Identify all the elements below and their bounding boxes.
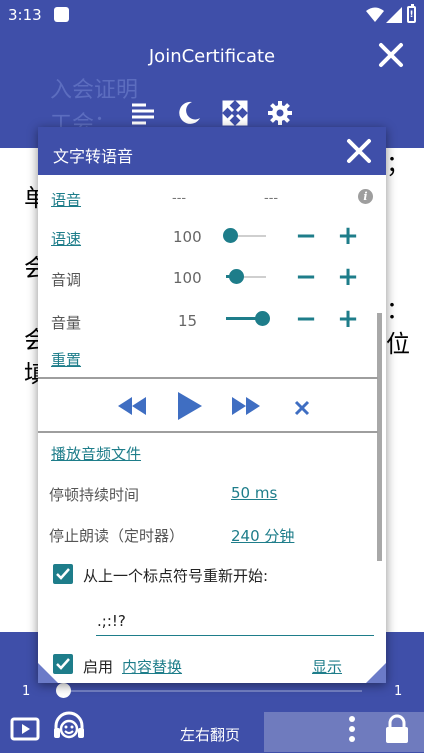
app-title: JoinCertificate (148, 46, 276, 67)
wifi-icon (366, 7, 384, 22)
volume-increase-button[interactable]: + (337, 306, 359, 332)
page-progress-track[interactable] (64, 690, 362, 692)
more-vert-icon[interactable] (344, 714, 360, 744)
volume-value: 15 (178, 312, 198, 330)
speed-slider[interactable] (223, 226, 266, 246)
voice-value: --- (172, 191, 187, 206)
stop-timer-value[interactable]: 240 分钟 (231, 525, 294, 546)
show-link[interactable]: 显示 (312, 656, 342, 677)
pitch-value: 100 (173, 269, 202, 287)
dialog-title: 文字转语音 (53, 147, 134, 166)
pitch-increase-button[interactable]: + (337, 264, 359, 290)
status-time: 3:13 (8, 6, 42, 24)
volume-decrease-button[interactable]: − (295, 306, 317, 332)
restart-checkbox[interactable] (53, 564, 73, 584)
page-start: 1 (22, 684, 31, 699)
volume-label: 音量 (51, 314, 82, 332)
list-menu-icon[interactable] (130, 100, 156, 126)
content-replace-link[interactable]: 内容替换 (122, 656, 182, 677)
page-turn-mode-label[interactable]: 左右翻页 (180, 724, 240, 745)
pitch-decrease-button[interactable]: − (295, 264, 317, 290)
stop-timer-label: 停止朗读（定时器） (49, 527, 185, 545)
punctuation-input-underline (96, 635, 374, 636)
document-text: 位 (386, 330, 410, 358)
speed-value: 100 (173, 228, 202, 246)
page-end: 1 (394, 684, 403, 699)
fullscreen-icon[interactable] (222, 100, 248, 126)
notification-icon (54, 7, 69, 22)
pitch-slider[interactable] (226, 267, 266, 287)
speed-increase-button[interactable]: + (337, 223, 359, 249)
page-progress-thumb[interactable] (56, 683, 71, 698)
headphones-tts-icon[interactable] (52, 710, 86, 744)
enable-label: 启用 (83, 658, 114, 676)
resize-corner-right[interactable] (366, 663, 386, 683)
lock-icon[interactable] (384, 714, 410, 744)
speed-decrease-button[interactable]: − (295, 223, 317, 249)
pause-duration-value[interactable]: 50 ms (231, 484, 277, 502)
document-text: ； (386, 150, 410, 178)
document-title-ghost: 入会证明 (50, 78, 139, 103)
close-icon[interactable] (346, 138, 372, 164)
play-video-icon[interactable] (10, 716, 40, 742)
battery-icon: ! (407, 4, 416, 23)
cellular-icon (386, 7, 402, 23)
divider (38, 431, 378, 433)
reset-link[interactable]: 重置 (51, 349, 81, 370)
punctuation-input[interactable]: .;:!? (97, 612, 126, 630)
voice-label[interactable]: 语音 (51, 189, 81, 210)
fast-forward-icon[interactable] (230, 395, 262, 417)
document-text: ： (386, 296, 410, 324)
pitch-label: 音调 (51, 271, 82, 289)
tts-dialog: 文字转语音 语音 --- --- i 语速 100 − + 音调 100 − +… (38, 127, 386, 683)
pause-duration-label: 停顿持续时间 (49, 486, 140, 504)
dialog-header: 文字转语音 (38, 127, 386, 175)
dialog-scrollbar[interactable] (377, 313, 382, 561)
rewind-icon[interactable] (116, 395, 148, 417)
resize-corner-left[interactable] (38, 663, 58, 683)
info-icon[interactable]: i (358, 189, 373, 204)
voice-value-secondary: --- (264, 191, 279, 206)
night-mode-icon[interactable] (176, 100, 202, 126)
restart-option-label: 从上一个标点符号重新开始: (83, 567, 269, 585)
play-icon[interactable] (176, 391, 204, 421)
status-bar: 3:13 ! (0, 0, 424, 30)
volume-slider[interactable] (226, 309, 270, 329)
speed-label[interactable]: 语速 (51, 228, 81, 249)
check-icon (56, 568, 70, 580)
divider (38, 377, 378, 379)
settings-gear-icon[interactable] (267, 100, 293, 126)
close-icon[interactable] (378, 42, 404, 68)
play-audio-file-link[interactable]: 播放音频文件 (51, 443, 141, 464)
stop-icon[interactable] (293, 399, 311, 417)
